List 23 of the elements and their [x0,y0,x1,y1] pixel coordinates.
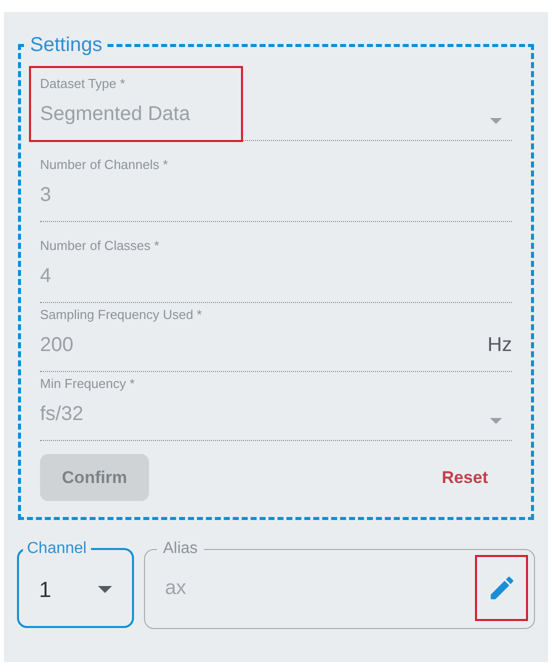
field-value: 3 [40,183,52,208]
field-label: Number of Channels * [40,157,168,173]
field-label: Sampling Frequency Used * [40,307,202,323]
field-label: Alias [162,540,199,558]
field-label: Min Frequency * [40,376,135,392]
field-value: 200 [40,333,74,358]
field-value: 1 [39,576,52,604]
unit-label: Hz [488,333,512,358]
channel-select[interactable]: Channel 1 [17,540,134,628]
reset-button[interactable]: Reset [442,464,488,490]
field-label: Number of Classes * [40,238,160,254]
field-label: Dataset Type * [40,76,126,92]
field-value: ax [165,576,186,601]
alias-field[interactable]: Alias ax [144,540,535,629]
group-title: Settings [29,34,104,56]
dropdown-caret-icon [490,418,502,424]
field-label: Channel [26,540,88,558]
field-value: 4 [40,264,52,289]
edit-button[interactable] [475,555,528,621]
field-value: Segmented Data [40,102,190,127]
dropdown-caret-icon [490,118,502,124]
dropdown-caret-icon [98,586,112,592]
field-value: fs/32 [40,402,84,427]
